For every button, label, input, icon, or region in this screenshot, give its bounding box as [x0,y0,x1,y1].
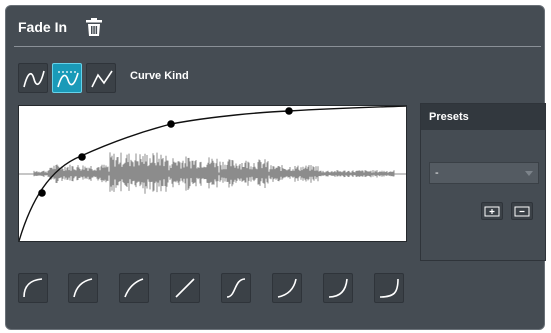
fade-shape-1-icon [23,278,43,298]
fade-shape-button-7[interactable] [323,273,353,303]
fade-curve-display[interactable] [18,105,407,242]
remove-preset-button[interactable] [511,202,533,220]
curve-point[interactable] [38,189,46,197]
fade-shape-button-4[interactable] [170,273,200,303]
fade-shape-button-8[interactable] [374,273,404,303]
fade-in-dialog: Fade In Curve Kind Presets - [5,5,546,330]
spline-curve-icon [23,70,45,88]
fade-shape-3-icon [124,278,144,298]
fade-shape-2-icon [73,278,93,298]
remove-preset-icon [514,206,530,217]
fade-shape-linear-icon [175,278,195,298]
linear-curve-icon [91,70,113,88]
store-preset-button[interactable] [481,202,503,220]
curve-point[interactable] [285,107,293,115]
waveform [19,152,406,194]
preset-select-value: - [435,167,439,179]
fade-shape-s-curve-icon [226,278,246,298]
curve-kind-label: Curve Kind [130,70,189,82]
damped-spline-interpolation-button[interactable] [52,63,82,93]
fade-shape-8-icon [379,278,399,298]
fade-shape-button-1[interactable] [18,273,48,303]
fade-shape-button-5[interactable] [221,273,251,303]
spline-interpolation-button[interactable] [18,63,48,93]
preset-select[interactable]: - [429,162,539,184]
curve-point[interactable] [167,120,175,128]
fade-shape-6-icon [277,278,297,298]
dialog-title: Fade In [18,19,68,35]
chevron-down-icon [525,171,533,176]
fade-curve-canvas [19,106,406,241]
fade-shape-button-3[interactable] [119,273,149,303]
curve-point[interactable] [78,153,86,161]
waveform-trace [19,152,406,194]
store-preset-icon [484,206,500,217]
linear-interpolation-button[interactable] [86,63,116,93]
fade-shape-button-2[interactable] [68,273,98,303]
presets-panel: Presets - [420,103,546,261]
fade-shape-7-icon [328,278,348,298]
trash-icon[interactable] [85,17,103,37]
header-divider [14,46,541,47]
damped-spline-curve-icon [57,71,79,88]
presets-title: Presets [421,104,545,130]
fade-shape-button-6[interactable] [272,273,302,303]
